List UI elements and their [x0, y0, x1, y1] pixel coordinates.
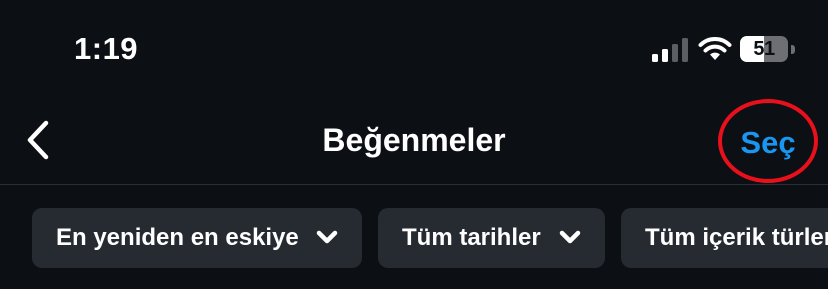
select-button-label: Seç	[740, 125, 796, 160]
filter-label: En yeniden en eskiye	[56, 224, 299, 251]
sort-order-filter[interactable]: En yeniden en eskiye	[32, 208, 362, 268]
content-type-filter[interactable]: Tüm içerik türleri	[621, 208, 828, 268]
cellular-signal-icon	[652, 38, 688, 62]
chevron-down-icon	[559, 230, 581, 244]
chevron-down-icon	[316, 230, 338, 244]
battery-level: 51	[753, 38, 775, 60]
page-title: Beğenmeler	[322, 122, 506, 158]
filter-label: Tüm tarihler	[402, 224, 541, 251]
date-range-filter[interactable]: Tüm tarihler	[378, 208, 605, 268]
status-bar: 1:19 51	[0, 0, 828, 96]
nav-header: Beğenmeler Seç	[0, 96, 828, 184]
back-button[interactable]	[18, 118, 62, 162]
battery-cap	[791, 45, 795, 54]
battery-body: 51	[740, 36, 788, 62]
filter-label: Tüm içerik türleri	[645, 224, 828, 251]
status-time: 1:19	[74, 31, 139, 66]
filter-bar: En yeniden en eskiye Tüm tarihler Tüm iç…	[0, 208, 828, 268]
header-divider	[0, 184, 828, 185]
battery-icon: 51	[740, 36, 796, 62]
select-button[interactable]: Seç	[720, 100, 816, 184]
wifi-icon	[698, 37, 732, 60]
chevron-left-icon	[27, 120, 49, 160]
